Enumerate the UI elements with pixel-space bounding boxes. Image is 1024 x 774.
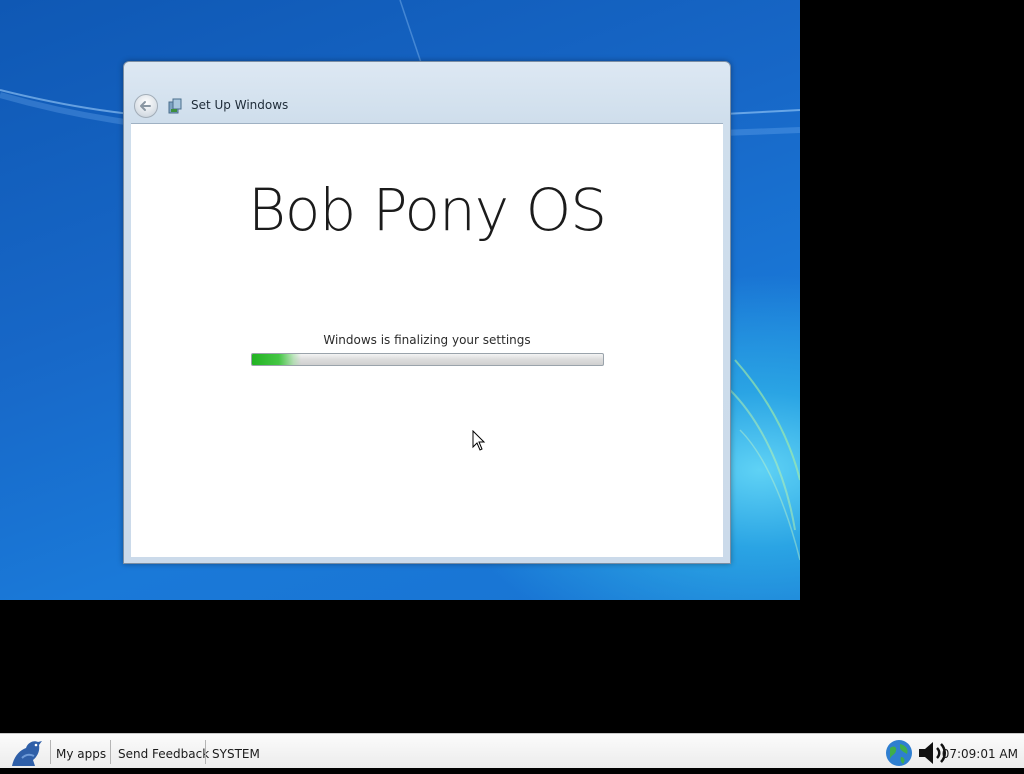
- taskbar-separator: [110, 740, 111, 764]
- network-tray-button[interactable]: [885, 739, 913, 767]
- window-title: Set Up Windows: [191, 98, 289, 112]
- progress-bar-fill: [252, 354, 302, 365]
- taskbar-clock[interactable]: 07:09:01 AM: [942, 734, 1018, 768]
- back-button[interactable]: [134, 94, 158, 118]
- taskbar-separator: [50, 740, 51, 764]
- globe-icon: [886, 740, 912, 766]
- taskbar-system[interactable]: SYSTEM: [212, 734, 260, 768]
- taskbar-my-apps[interactable]: My apps: [56, 734, 106, 768]
- taskbar-separator: [205, 740, 206, 764]
- status-message: Windows is finalizing your settings: [323, 333, 531, 347]
- setup-icon: [168, 98, 182, 114]
- back-arrow-icon: [140, 101, 151, 111]
- screen: Set Up Windows Bob Pony OS Windows is fi…: [0, 0, 1024, 768]
- mouse-cursor-icon: [472, 430, 486, 451]
- taskbar-send-feedback[interactable]: Send Feedback: [118, 734, 209, 768]
- setup-content-pane: Bob Pony OS Windows is finalizing your s…: [131, 123, 723, 557]
- setup-window: Set Up Windows Bob Pony OS Windows is fi…: [123, 61, 731, 564]
- start-button[interactable]: [8, 738, 48, 768]
- taskbar: My apps Send Feedback SYSTEM 07:09:01 AM: [0, 733, 1024, 768]
- progress-bar: [251, 353, 604, 366]
- bird-logo-icon: [12, 741, 42, 766]
- title-bar: Set Up Windows: [124, 90, 730, 122]
- os-brand-title: Bob Pony OS: [247, 176, 607, 244]
- unused-screen-area: [800, 0, 1024, 733]
